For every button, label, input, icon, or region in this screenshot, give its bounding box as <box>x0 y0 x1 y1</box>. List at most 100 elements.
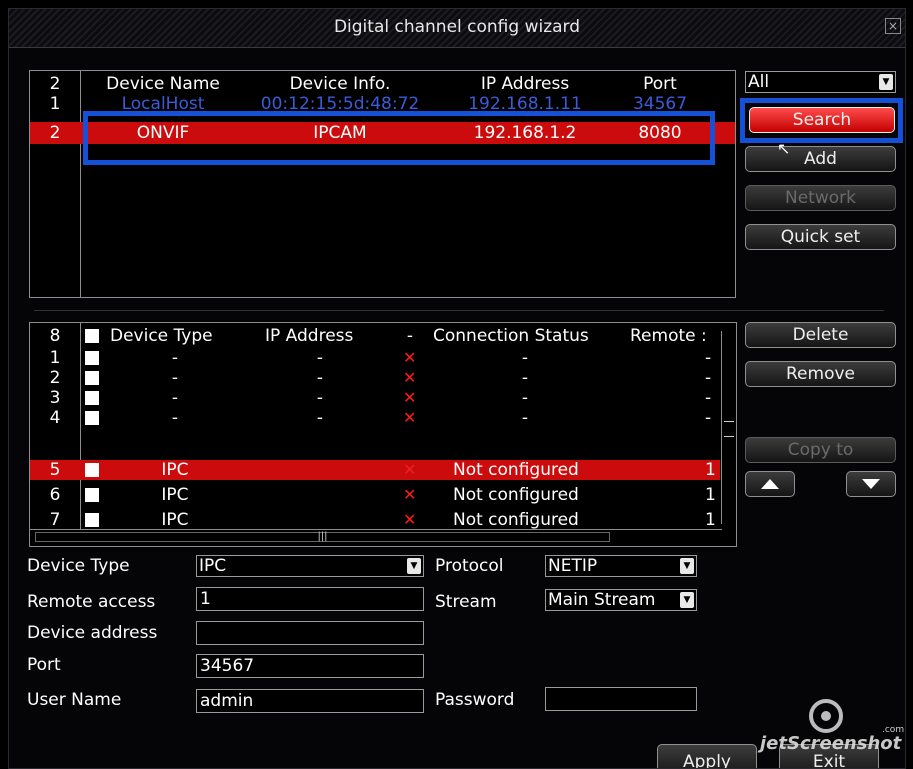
row-device-type: - <box>171 388 179 408</box>
password-label: Password <box>435 690 515 710</box>
header-remote[interactable]: Remote : <box>630 326 720 346</box>
header-device-name[interactable]: Device Name <box>88 74 238 94</box>
status-x-icon: ✕ <box>403 485 417 504</box>
move-down-button[interactable] <box>846 471 896 497</box>
device-address-field[interactable] <box>196 621 424 645</box>
table-row[interactable]: 4 - - ✕ - - <box>30 408 720 428</box>
row-device-type: IPC <box>161 460 189 480</box>
horizontal-scrollbar[interactable]: ||| <box>30 529 722 546</box>
remove-button[interactable]: Remove <box>745 361 896 387</box>
row-ip-address <box>270 510 370 530</box>
user-name-label: User Name <box>27 690 122 710</box>
select-all-checkbox[interactable] <box>85 329 99 343</box>
status-x-icon: ✕ <box>403 388 417 407</box>
row-connection-status: - <box>521 348 529 368</box>
arrow-down-icon <box>862 479 880 489</box>
table-row[interactable]: 6 IPC ✕ Not configured 1 <box>30 485 720 505</box>
close-icon[interactable]: × <box>885 18 901 34</box>
header-port[interactable]: Port <box>620 74 700 94</box>
device-type-select[interactable]: IPC ▼ <box>196 555 424 577</box>
device-address-label: Device address <box>27 623 158 643</box>
row-checkbox[interactable] <box>85 463 99 477</box>
table-header: 8 Device Type IP Address - Connection St… <box>30 326 736 346</box>
table-row[interactable]: 1 - - ✕ - - <box>30 348 720 368</box>
header-device-info[interactable]: Device Info. <box>255 74 425 94</box>
add-button[interactable]: Add <box>745 146 896 172</box>
row-checkbox[interactable] <box>85 411 99 425</box>
row-connection-status: - <box>521 388 529 408</box>
row-checkbox[interactable] <box>85 391 99 405</box>
device-type-label: Device Type <box>27 556 130 576</box>
row-index: 1 <box>49 94 61 114</box>
row-remote: - <box>705 408 712 428</box>
watermark-suffix: .com <box>882 725 905 735</box>
row-remote: - <box>705 368 712 388</box>
row-ip-address: - <box>316 348 324 368</box>
delete-button[interactable]: Delete <box>745 322 896 348</box>
row-ip-address <box>270 485 370 505</box>
search-button[interactable]: Search <box>749 107 895 133</box>
table-row[interactable]: 2 - - ✕ - - <box>30 368 720 388</box>
vertical-scrollbar[interactable] <box>721 331 736 524</box>
copy-to-button[interactable]: Copy to <box>745 437 896 463</box>
row-remote: - <box>705 388 712 408</box>
table-header: 2 Device Name Device Info. IP Address Po… <box>30 74 735 94</box>
password-field[interactable] <box>545 687 697 711</box>
stream-select[interactable]: Main Stream ▼ <box>545 589 697 611</box>
watermark-text: jetScreenshot <box>760 733 902 754</box>
status-x-icon: ✕ <box>403 510 417 529</box>
row-index: 2 <box>49 123 61 143</box>
window-title: Digital channel config wizard <box>333 17 581 37</box>
row-connection-status: - <box>521 368 529 388</box>
header-ip-address[interactable]: IP Address <box>265 326 395 346</box>
row-connection-status: - <box>521 408 529 428</box>
protocol-select[interactable]: NETIP ▼ <box>545 555 697 577</box>
status-x-icon: ✕ <box>403 368 417 387</box>
remote-access-label: Remote access <box>27 592 156 612</box>
row-checkbox[interactable] <box>85 513 99 527</box>
chevron-down-icon: ▼ <box>879 74 893 90</box>
row-ip-address: - <box>316 388 324 408</box>
row-checkbox[interactable] <box>85 371 99 385</box>
row-index: 3 <box>49 388 61 408</box>
status-x-icon: ✕ <box>403 460 417 479</box>
chevron-down-icon: ▼ <box>680 558 694 574</box>
header-ip-address[interactable]: IP Address <box>440 74 610 94</box>
protocol-label: Protocol <box>435 556 504 576</box>
network-button[interactable]: Network <box>745 185 896 211</box>
user-name-field[interactable]: admin <box>196 689 424 713</box>
scrollbar-thumb[interactable] <box>724 421 734 437</box>
filter-select[interactable]: All ▼ <box>745 71 896 93</box>
header-device-type[interactable]: Device Type <box>110 326 250 346</box>
row-remote: - <box>705 348 712 368</box>
add-button-label: Add <box>804 149 837 169</box>
highlight-annotation <box>83 111 715 165</box>
row-index: 6 <box>49 485 61 505</box>
row-connection-status: Not configured <box>453 510 579 530</box>
row-checkbox[interactable] <box>85 488 99 502</box>
move-up-button[interactable] <box>745 471 795 497</box>
config-wizard-window: Digital channel config wizard × 2 Device… <box>8 8 906 769</box>
table-row[interactable]: 3 - - ✕ - - <box>30 388 720 408</box>
row-checkbox[interactable] <box>85 351 99 365</box>
scrollbar-thumb[interactable]: ||| <box>35 532 610 542</box>
watermark-logo-icon <box>809 699 843 733</box>
table-row-selected[interactable]: 5 IPC ✕ Not configured 1 <box>30 460 720 480</box>
row-device-type: - <box>171 368 179 388</box>
quick-set-button[interactable]: Quick set <box>745 224 896 250</box>
table-row[interactable]: 7 IPC ✕ Not configured 1 <box>30 510 720 530</box>
device-type-value: IPC <box>199 556 227 576</box>
header-connection-status[interactable]: Connection Status <box>433 326 633 346</box>
row-index: 2 <box>49 368 61 388</box>
remote-access-field[interactable]: 1 <box>196 587 424 611</box>
port-field[interactable]: 34567 <box>196 654 424 678</box>
chevron-down-icon: ▼ <box>680 592 694 608</box>
mouse-cursor-icon: ↖ <box>777 139 791 158</box>
row-index: 1 <box>49 348 61 368</box>
stream-label: Stream <box>435 592 497 612</box>
header-dash: - <box>406 326 414 346</box>
arrow-up-icon <box>761 479 779 489</box>
row-device-type: - <box>171 408 179 428</box>
status-x-icon: ✕ <box>403 408 417 427</box>
apply-button[interactable]: Apply <box>657 744 757 768</box>
